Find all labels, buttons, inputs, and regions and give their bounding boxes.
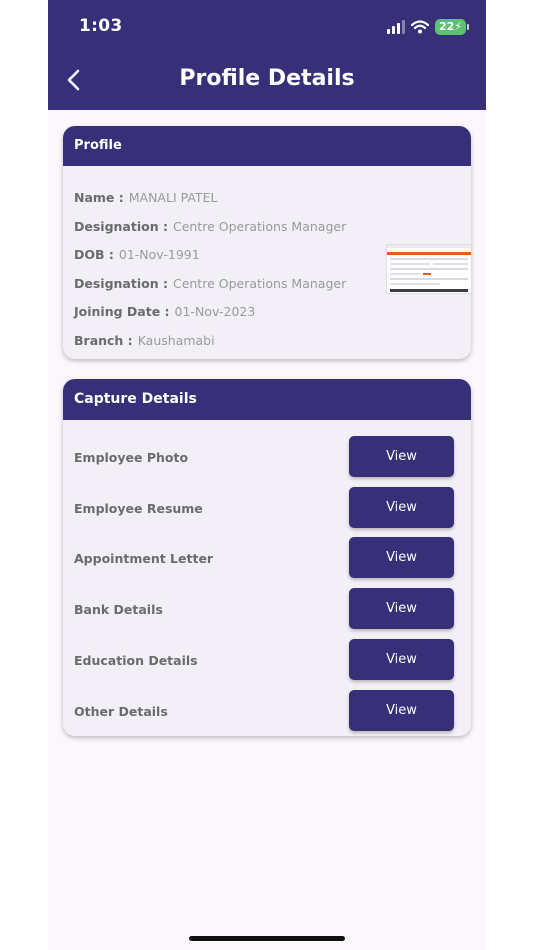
capture-card-title: Capture Details bbox=[63, 379, 471, 420]
field-value: Kaushamabi bbox=[137, 333, 215, 348]
profile-name-row: Name : MANALI PATEL bbox=[74, 190, 217, 205]
capture-label-other-details: Other Details bbox=[74, 704, 168, 719]
status-time: 1:03 bbox=[79, 16, 123, 36]
cellular-signal-icon bbox=[386, 20, 405, 34]
field-value: 01-Nov-1991 bbox=[118, 247, 200, 262]
field-value: 01-Nov-2023 bbox=[174, 304, 256, 319]
view-education-details-button[interactable]: View bbox=[349, 639, 454, 680]
profile-designation-row: Designation : Centre Operations Manager bbox=[74, 219, 346, 234]
wifi-icon bbox=[410, 20, 429, 34]
capture-details-card: Capture Details Employee Photo View Empl… bbox=[63, 379, 471, 736]
field-value: MANALI PATEL bbox=[128, 190, 218, 205]
field-value: Centre Operations Manager bbox=[172, 219, 347, 234]
field-label: DOB : bbox=[74, 247, 114, 262]
view-employee-resume-button[interactable]: View bbox=[349, 487, 454, 528]
profile-branch-row: Branch : Kaushamabi bbox=[74, 333, 215, 348]
field-label: Joining Date : bbox=[74, 304, 170, 319]
capture-label-employee-resume: Employee Resume bbox=[74, 501, 203, 516]
profile-dob-row: DOB : 01-Nov-1991 bbox=[74, 247, 200, 262]
field-label: Name : bbox=[74, 190, 124, 205]
battery-level: 22 bbox=[438, 20, 455, 33]
profile-card: Profile Name : MANALI PATEL Designation :… bbox=[63, 126, 471, 359]
field-label: Designation : bbox=[74, 219, 168, 234]
view-appointment-letter-button[interactable]: View bbox=[349, 537, 454, 578]
field-value: Centre Operations Manager bbox=[172, 276, 347, 291]
profile-photo-thumbnail[interactable] bbox=[386, 244, 471, 294]
page-title: Profile Details bbox=[179, 66, 355, 91]
capture-label-bank-details: Bank Details bbox=[74, 602, 163, 617]
field-label: Branch : bbox=[74, 333, 133, 348]
status-icons: 22⚡ bbox=[386, 17, 470, 37]
capture-label-employee-photo: Employee Photo bbox=[74, 450, 189, 465]
app-header: 1:03 22⚡ Profile Details bbox=[48, 0, 486, 110]
capture-label-appointment-letter: Appointment Letter bbox=[74, 551, 214, 566]
battery-charging-icon: 22⚡ bbox=[434, 19, 470, 35]
profile-joining-date-row: Joining Date : 01-Nov-2023 bbox=[74, 304, 255, 319]
capture-label-education-details: Education Details bbox=[74, 653, 198, 668]
view-other-details-button[interactable]: View bbox=[349, 690, 454, 731]
home-indicator[interactable] bbox=[189, 936, 345, 941]
view-employee-photo-button[interactable]: View bbox=[349, 436, 454, 477]
app-screen: 1:03 22⚡ Profile Details Profile Name : M… bbox=[48, 0, 486, 950]
field-label: Designation : bbox=[74, 276, 168, 291]
profile-card-title: Profile bbox=[63, 126, 471, 166]
view-bank-details-button[interactable]: View bbox=[349, 588, 454, 629]
profile-designation-row-2: Designation : Centre Operations Manager bbox=[74, 276, 346, 291]
